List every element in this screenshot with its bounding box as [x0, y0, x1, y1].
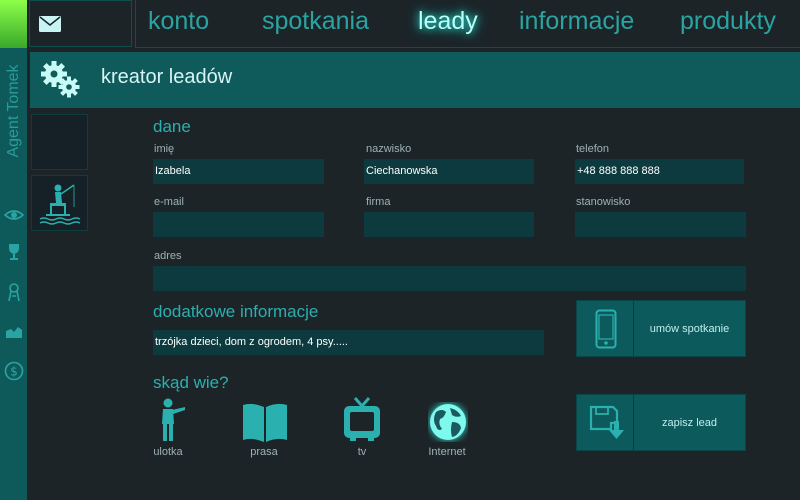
save-lead-label: zapisz lead	[661, 416, 718, 429]
first-name-label: imię	[154, 143, 175, 155]
section-title-source: skąd wie?	[153, 373, 229, 392]
additional-info-field[interactable]: trzójka dzieci, dom z ogrodem, 4 psy....…	[153, 330, 544, 355]
trophy-icon[interactable]	[4, 242, 24, 262]
schedule-meeting-label: umów spotkanie	[649, 322, 730, 335]
company-label: firma	[366, 196, 391, 208]
mail-button[interactable]	[29, 0, 132, 47]
tab-spotkania[interactable]: spotkania	[262, 7, 369, 36]
hand-icon[interactable]	[4, 322, 24, 342]
save-lead-button[interactable]: zapisz lead	[576, 394, 746, 451]
agent-label: Agent Tomek	[5, 64, 22, 158]
main-nav: konto spotkania leady informacje produkt…	[135, 0, 800, 48]
fishing-icon	[39, 184, 81, 225]
side-tile-fishing[interactable]	[31, 175, 88, 231]
eye-icon[interactable]	[4, 205, 24, 225]
source-label-leaflet: ulotka	[153, 446, 183, 458]
tab-informacje[interactable]: informacje	[519, 7, 634, 36]
last-name-field[interactable]: Ciechanowska	[364, 159, 534, 184]
phone-icon	[595, 309, 617, 349]
phone-label: telefon	[576, 143, 610, 155]
book-icon[interactable]	[242, 402, 288, 442]
save-icon-box	[577, 395, 634, 450]
email-label: e-mail	[154, 196, 184, 208]
page-title: kreator leadów	[101, 66, 233, 88]
tab-produkty[interactable]: produkty	[680, 7, 776, 36]
tab-leady[interactable]: leady	[418, 7, 478, 36]
email-field[interactable]	[153, 212, 324, 237]
mail-icon	[39, 16, 61, 32]
section-title-data: dane	[153, 117, 191, 136]
position-label: stanowisko	[576, 196, 631, 208]
schedule-icon-box	[577, 301, 634, 356]
source-label-press: prasa	[250, 446, 278, 458]
globe-icon[interactable]	[428, 402, 468, 442]
company-field[interactable]	[364, 212, 534, 237]
first-name-field[interactable]: Izabela	[153, 159, 324, 184]
position-field[interactable]	[575, 212, 746, 237]
tab-konto[interactable]: konto	[148, 7, 209, 36]
tv-icon[interactable]	[342, 396, 382, 442]
status-indicator	[0, 0, 27, 48]
section-title-additional: dodatkowe informacje	[153, 302, 319, 321]
award-icon[interactable]	[4, 282, 24, 302]
schedule-meeting-button[interactable]: umów spotkanie	[576, 300, 746, 357]
source-label-tv: tv	[357, 446, 367, 458]
address-field[interactable]	[153, 266, 746, 291]
gears-icon	[41, 61, 80, 98]
dollar-icon[interactable]: $	[4, 361, 24, 381]
side-tile-empty[interactable]	[31, 114, 88, 170]
person-icon[interactable]	[155, 398, 189, 442]
address-label: adres	[154, 250, 182, 262]
save-icon	[589, 405, 624, 439]
last-name-label: nazwisko	[366, 143, 412, 155]
svg-text:$: $	[10, 365, 18, 379]
phone-field[interactable]: +48 888 888 888	[575, 159, 744, 184]
source-label-internet: Internet	[428, 446, 466, 458]
